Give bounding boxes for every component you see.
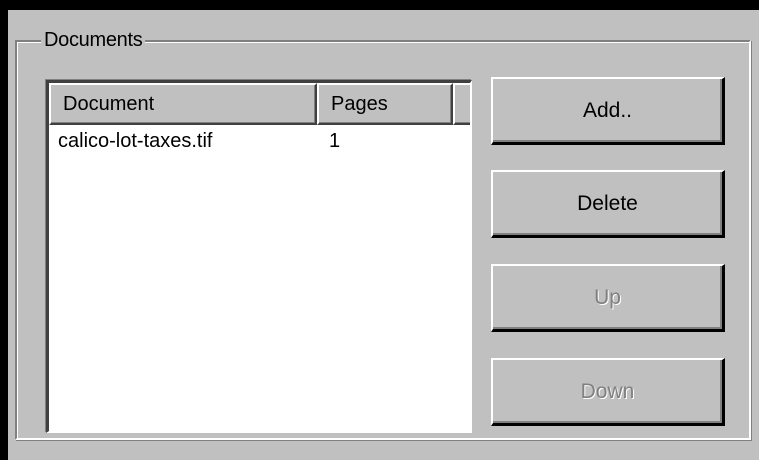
list-header: Document Pages <box>49 83 470 125</box>
list-row[interactable]: calico-lot-taxes.tif 1 <box>49 125 470 157</box>
column-header-pages[interactable]: Pages <box>317 83 453 125</box>
list-rows: calico-lot-taxes.tif 1 <box>49 125 470 157</box>
add-button[interactable]: Add.. <box>491 77 725 145</box>
delete-button[interactable]: Delete <box>491 170 725 238</box>
cell-page-count: 1 <box>329 130 341 152</box>
documents-group-title: Documents <box>41 27 146 53</box>
column-header-filler <box>453 83 470 125</box>
documents-list-view[interactable]: Document Pages calico-lot-taxes.tif 1 <box>46 80 472 433</box>
column-header-document[interactable]: Document <box>49 83 317 125</box>
move-up-button[interactable]: Up <box>491 264 725 332</box>
move-down-button[interactable]: Down <box>491 358 725 426</box>
cell-document-name: calico-lot-taxes.tif <box>58 130 213 152</box>
